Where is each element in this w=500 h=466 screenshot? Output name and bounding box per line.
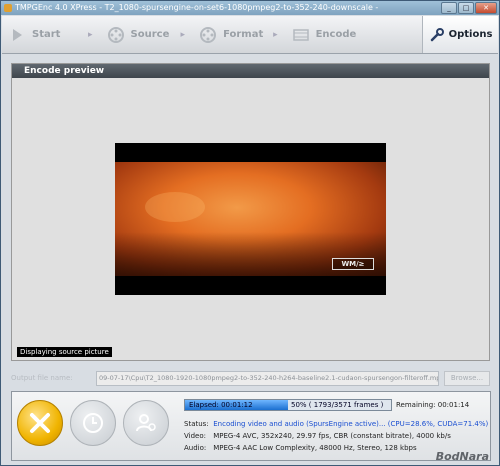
- user-icon: [136, 414, 156, 432]
- app-window: TMPGEnc 4.0 XPress - T2_1080-spursengine…: [0, 0, 500, 466]
- status-row: Status: Encoding video and audio (SpursE…: [184, 418, 489, 430]
- shutdown-option-button[interactable]: [123, 400, 169, 446]
- watermark: BodNara: [435, 450, 489, 463]
- panel-title: Encode preview: [12, 64, 489, 78]
- encode-progress: Elapsed: 00:01:12 50% ( 1793/3571 frames…: [184, 399, 487, 411]
- close-icon: [30, 413, 50, 433]
- chevron-right-icon: ▸: [88, 29, 93, 40]
- browse-button[interactable]: Browse...: [444, 371, 490, 386]
- step-start-label: Start: [32, 29, 61, 40]
- encode-control-panel: Elapsed: 00:01:12 50% ( 1793/3571 frames…: [11, 391, 491, 461]
- app-icon: [4, 4, 12, 12]
- chevron-right-icon: ▸: [273, 29, 278, 40]
- step-source[interactable]: Source: [101, 17, 181, 53]
- wrench-icon: [430, 27, 444, 41]
- broadcast-logo: WM/≥: [332, 258, 374, 270]
- close-button[interactable]: ✕: [475, 2, 497, 14]
- film-reel-icon: [107, 26, 124, 43]
- video-row: Video: MPEG-4 AVC, 352x240, 29.97 fps, C…: [184, 430, 487, 442]
- video-info: MPEG-4 AVC, 352x240, 29.97 fps, CBR (con…: [213, 432, 451, 440]
- step-format[interactable]: Format: [193, 17, 273, 53]
- step-toolbar: Start ▸ Source ▸ Format ▸ Encode Options: [2, 16, 498, 54]
- film-reel-icon: [200, 26, 217, 43]
- options-button[interactable]: Options: [422, 16, 498, 53]
- step-source-label: Source: [130, 29, 170, 40]
- video-preview: WM/≥: [115, 143, 386, 295]
- progress-bar: Elapsed: 00:01:12 50% ( 1793/3571 frames…: [184, 399, 392, 411]
- step-format-label: Format: [223, 29, 264, 40]
- minimize-button[interactable]: _: [441, 2, 457, 14]
- remaining-value: 00:01:14: [437, 401, 470, 409]
- remaining-time: Remaining: 00:01:14: [396, 399, 469, 411]
- encode-preview-panel: Encode preview WM/≥ Displaying source pi…: [11, 63, 490, 361]
- chevron-right-icon: ▸: [180, 29, 186, 40]
- clock-icon: [83, 413, 103, 433]
- preview-status-overlay: Displaying source picture: [17, 347, 112, 357]
- video-frame: WM/≥: [115, 162, 386, 276]
- step-start[interactable]: Start: [2, 17, 88, 53]
- elapsed-label: Elapsed:: [189, 401, 219, 409]
- status-text: Encoding video and audio (SpursEngine ac…: [213, 420, 386, 428]
- maximize-button[interactable]: □: [458, 2, 474, 14]
- video-key: Video:: [184, 432, 206, 440]
- elapsed-value: 00:01:12: [221, 401, 253, 409]
- pause-encode-button[interactable]: [70, 400, 116, 446]
- frames-value: ( 1793/3571 frames ): [308, 401, 384, 409]
- remaining-label: Remaining:: [396, 401, 436, 409]
- step-encode[interactable]: Encode: [286, 17, 366, 53]
- encode-info: Status: Encoding video and audio (SpursE…: [184, 418, 489, 454]
- play-arrow-icon: [13, 28, 22, 41]
- output-file-label: Output file name:: [11, 374, 73, 382]
- film-strip-icon: [292, 28, 309, 41]
- status-key: Status:: [184, 420, 209, 428]
- output-file-field[interactable]: 09-07-17\Cpu\T2_1080-1920-1080pmpeg2-to-…: [96, 371, 439, 386]
- window-title: TMPGEnc 4.0 XPress - T2_1080-spursengine…: [15, 3, 379, 12]
- cpu-usage: (CPU=28.6%, CUDA=71.4%): [387, 420, 489, 428]
- audio-key: Audio:: [184, 444, 207, 452]
- percent-value: 50%: [291, 401, 307, 409]
- output-file-row: Output file name: 09-07-17\Cpu\T2_1080-1…: [11, 371, 490, 387]
- title-bar: TMPGEnc 4.0 XPress - T2_1080-spursengine…: [1, 1, 499, 15]
- step-encode-label: Encode: [315, 29, 357, 40]
- cancel-encode-button[interactable]: [17, 400, 63, 446]
- options-label: Options: [448, 29, 493, 40]
- audio-info: MPEG-4 AAC Low Complexity, 48000 Hz, Ste…: [213, 444, 417, 452]
